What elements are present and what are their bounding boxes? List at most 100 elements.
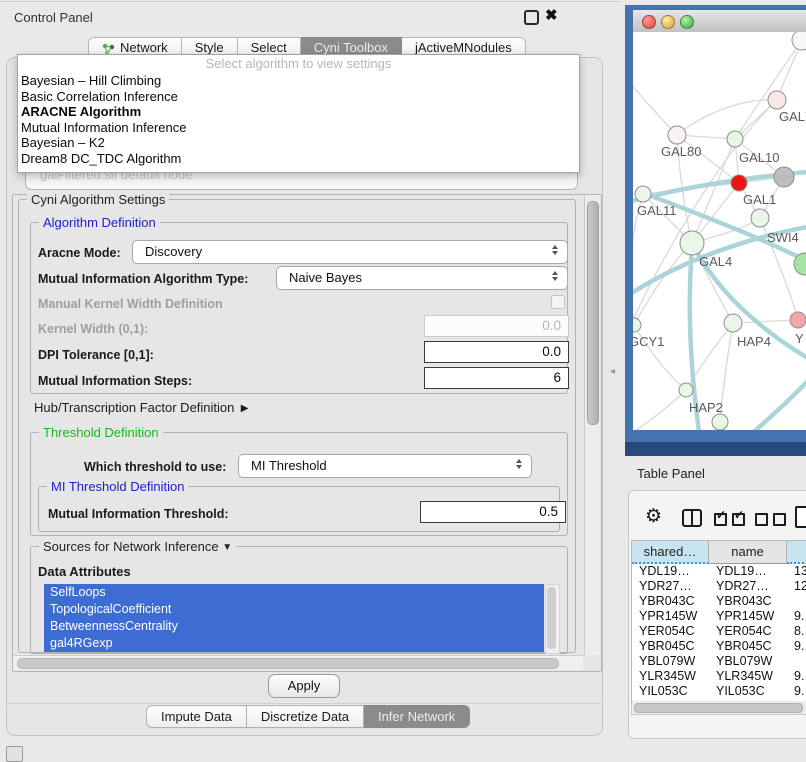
collapse-down-icon[interactable]: ▼ [222,542,232,553]
split-view-icon[interactable] [682,509,702,527]
table-cell: YDR27… [709,579,787,594]
algorithm-option-mutual-information-inference[interactable]: Mutual Information Inference [18,120,579,136]
close-panel-icon[interactable]: ✖ [545,6,558,24]
network-node-gal7[interactable] [768,91,786,109]
mi-steps-field[interactable]: 6 [424,367,569,389]
network-node-hap4[interactable] [724,314,742,332]
deselect-all-columns-icon[interactable] [755,513,786,526]
attribute-item-betweennesscentrality[interactable]: BetweennessCentrality [44,618,544,635]
new-table-icon[interactable] [795,506,806,528]
node-label-gal80: GAL80 [661,144,701,159]
collapsed-panel-button[interactable] [6,746,23,762]
mi-threshold-field[interactable]: 0.5 [420,501,566,523]
mi-threshold-label: Mutual Information Threshold: [48,507,229,521]
network-node-gal10[interactable] [727,131,743,147]
node-label-gal11: GAL11 [637,203,677,218]
network-edge[interactable] [735,40,802,139]
tab-impute-data[interactable]: Impute Data [146,705,247,728]
select-all-columns-icon[interactable] [714,513,745,526]
table-row[interactable]: YER054CYER054C8. [632,624,806,639]
scrollbar-thumb[interactable] [587,201,599,425]
network-edge[interactable] [633,390,686,430]
tab-infer-network[interactable]: Infer Network [364,705,470,728]
network-node[interactable] [792,32,806,50]
attribute-item-gal4rgexp[interactable]: gal4RGexp [44,635,544,652]
table-row[interactable]: YPR145WYPR145W9. [632,609,806,624]
network-canvas[interactable]: GAL7GAL80GAL10GAL1GAL11SWI4GAL4GCY1HAP4Y… [633,32,806,430]
aracne-mode-combobox[interactable]: Discovery [132,240,568,264]
attributes-listbox[interactable]: SelfLoopsTopologicalCoefficientBetweenne… [44,584,544,652]
network-node-gcy1[interactable] [633,318,641,332]
column-header-hidden[interactable] [787,541,806,564]
zoom-window-icon[interactable] [680,15,694,29]
mi-threshold-group-title: MI Threshold Definition [47,479,188,494]
mi-type-combobox[interactable]: Naive Bayes [276,266,568,290]
attribute-item-selfloops[interactable]: SelfLoops [44,584,544,601]
which-threshold-label: Which threshold to use: [84,460,226,474]
network-edge[interactable] [633,76,677,135]
kernel-width-field[interactable]: 0.0 [424,315,569,337]
network-edge[interactable] [751,372,806,430]
sources-group-title: Sources for Network Inference ▼ [39,539,236,554]
attribute-item-topologicalcoefficient[interactable]: TopologicalCoefficient [44,601,544,618]
attributes-list-scrollbar[interactable] [545,584,560,654]
mi-steps-label: Mutual Information Steps: [38,374,192,388]
algorithm-option-dream8-dc-tdc-algorithm[interactable]: Dream8 DC_TDC Algorithm [18,151,579,167]
settings-horizontal-scrollbar[interactable] [13,655,583,670]
algorithm-list: Bayesian – Hill ClimbingBasic Correlatio… [18,73,579,166]
scrollbar-thumb[interactable] [17,658,559,669]
column-header-name[interactable]: name [709,541,787,564]
network-node-gal4[interactable] [680,231,704,255]
table-horizontal-scrollbar[interactable] [631,701,806,715]
table-row[interactable]: YBR045CYBR045C9. [632,639,806,654]
algorithm-option-basic-correlation-inference[interactable]: Basic Correlation Inference [18,89,579,105]
which-threshold-combobox[interactable]: MI Threshold [238,454,532,478]
table-row[interactable]: YIL053CYIL053C9. [632,684,806,699]
network-node-swi4[interactable] [751,209,769,227]
algorithm-option-aracne-algorithm[interactable]: ARACNE Algorithm [18,104,579,120]
control-panel-title: Control Panel [14,10,93,25]
settings-vertical-scrollbar[interactable] [584,195,600,655]
table-row[interactable]: YDL19…YDL19…13 [632,564,806,579]
table-cell: YDL19… [709,564,787,579]
table-cell: YBR043C [709,594,787,609]
network-node[interactable] [774,167,794,187]
float-panel-icon[interactable] [524,10,539,25]
network-node-hap2[interactable] [679,383,693,397]
node-label-swi4: SWI4 [767,230,799,245]
gear-icon[interactable]: ⚙ [645,505,662,528]
table-header: shared…name [632,541,806,564]
table-row[interactable]: YDR27…YDR27…12 [632,579,806,594]
column-header-shared[interactable]: shared… [632,541,709,564]
table-cell: YER054C [632,624,709,639]
table-cell [787,654,806,669]
network-edge[interactable] [677,100,777,135]
minimize-window-icon[interactable] [661,15,675,29]
table-cell: YPR145W [632,609,709,624]
dpi-tolerance-field[interactable]: 0.0 [424,341,569,363]
hub-definition-toggle[interactable]: Hub/Transcription Factor Definition ▶ [34,400,248,415]
manual-kernel-checkbox[interactable] [551,295,565,309]
algorithm-option-bayesian-hill-climbing[interactable]: Bayesian – Hill Climbing [18,73,579,89]
network-node-gal1[interactable] [731,175,747,191]
apply-button[interactable]: Apply [268,674,340,698]
close-window-icon[interactable] [642,15,656,29]
network-node-y[interactable] [790,312,806,328]
splitter-collapse-arrow[interactable]: ◂ [610,366,615,377]
node-label-gal7: GAL7 [779,109,806,124]
algorithm-option-bayesian-k2[interactable]: Bayesian – K2 [18,135,579,151]
scrollbar-thumb[interactable] [634,703,803,713]
table-cell: YIL053C [632,684,709,699]
node-label-gal4: GAL4 [699,254,732,269]
network-node-gal11[interactable] [635,186,651,202]
network-node[interactable] [712,414,728,430]
table-row[interactable]: YLR345WYLR345W9. [632,669,806,684]
network-window-frame-bottom [625,442,806,456]
table-row[interactable]: YBL079WYBL079W [632,654,806,669]
table-cell: 9. [787,609,806,624]
table-row[interactable]: YBR043CYBR043C [632,594,806,609]
network-edge[interactable] [733,320,798,323]
tab-discretize-data[interactable]: Discretize Data [247,705,364,728]
network-node-gal80[interactable] [668,126,686,144]
network-window-titlebar[interactable] [633,10,806,33]
